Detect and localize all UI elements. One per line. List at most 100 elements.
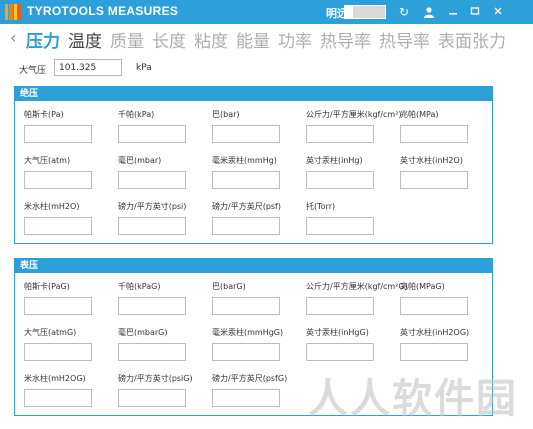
user-icon[interactable] <box>420 3 438 21</box>
field-label: 巴(barG) <box>212 282 246 291</box>
field-input[interactable] <box>24 125 92 143</box>
absolute-panel-title: 绝压 <box>15 87 492 101</box>
field-label: 巴(bar) <box>212 110 240 119</box>
tab-length[interactable]: 长度 <box>152 27 186 52</box>
app-title: TYROTOOLS MEASURES <box>27 4 179 18</box>
field-input[interactable] <box>400 171 468 189</box>
field-input[interactable] <box>212 125 280 143</box>
field-label: 米水柱(mH2OG) <box>24 374 86 383</box>
field-input[interactable] <box>24 389 92 407</box>
field-label: 公斤力/平方厘米(kgf/cm²G) <box>306 282 408 291</box>
field-input[interactable] <box>118 125 186 143</box>
field-input[interactable] <box>212 389 280 407</box>
field-input[interactable] <box>24 297 92 315</box>
tab-power[interactable]: 功率 <box>278 27 312 52</box>
restore-icon[interactable] <box>466 3 484 21</box>
absolute-field: 磅力/平方英尺(psf) <box>212 202 300 235</box>
absolute-field: 毫米汞柱(mmHg) <box>212 156 300 189</box>
absolute-field: 大气压(atm) <box>24 156 112 189</box>
atmosphere-label: 大气压 <box>19 66 47 76</box>
refresh-icon[interactable]: ↻ <box>395 3 413 21</box>
absolute-field: 巴(bar) <box>212 110 300 143</box>
gauge-field: 帕斯卡(PaG) <box>24 282 112 315</box>
tab-thermal-conductivity[interactable]: 热导率 <box>320 27 371 52</box>
tab-viscosity[interactable]: 粘度 <box>194 27 228 52</box>
field-label: 英寸汞柱(inHg) <box>306 156 363 165</box>
tab-energy[interactable]: 能量 <box>236 27 270 52</box>
tab-mass[interactable]: 质量 <box>110 27 144 52</box>
category-tabs: ‹ 压力 温度 质量 长度 粘度 能量 功率 热导率 热导率 表面张力 <box>0 24 533 54</box>
field-label: 帕斯卡(PaG) <box>24 282 70 291</box>
gauge-field: 米水柱(mH2OG) <box>24 374 112 407</box>
field-label: 英寸水柱(inH2OG) <box>400 328 470 337</box>
close-icon[interactable] <box>489 3 507 21</box>
toggle-knob[interactable] <box>345 6 353 18</box>
gauge-field: 磅力/平方英尺(psfG) <box>212 374 300 407</box>
field-label: 公斤力/平方厘米(kgf/cm²) <box>306 110 402 119</box>
absolute-field: 米水柱(mH2O) <box>24 202 112 235</box>
absolute-field: 帕斯卡(Pa) <box>24 110 112 143</box>
field-label: 毫巴(mbarG) <box>118 328 168 337</box>
field-input[interactable] <box>306 171 374 189</box>
absolute-field: 千帕(kPa) <box>118 110 206 143</box>
field-label: 大气压(atmG) <box>24 328 77 337</box>
gauge-field: 英寸汞柱(inHgG) <box>306 328 394 361</box>
field-input[interactable] <box>24 343 92 361</box>
tab-pressure[interactable]: 压力 <box>26 27 60 52</box>
field-input[interactable] <box>400 297 468 315</box>
field-label: 千帕(kPaG) <box>118 282 161 291</box>
gauge-field: 大气压(atmG) <box>24 328 112 361</box>
app-logo-icon <box>5 4 21 20</box>
absolute-field: 托(Torr) <box>306 202 394 235</box>
absolute-field: 毫巴(mbar) <box>118 156 206 189</box>
field-input[interactable] <box>118 389 186 407</box>
field-input[interactable] <box>24 171 92 189</box>
absolute-field: 英寸汞柱(inHg) <box>306 156 394 189</box>
field-label: 千帕(kPa) <box>118 110 155 119</box>
field-input[interactable] <box>118 217 186 235</box>
gauge-field: 巴(barG) <box>212 282 300 315</box>
field-input[interactable] <box>212 343 280 361</box>
field-input[interactable] <box>212 297 280 315</box>
field-label: 磅力/平方英尺(psfG) <box>212 374 288 383</box>
field-input[interactable] <box>212 171 280 189</box>
field-input[interactable] <box>400 343 468 361</box>
field-input[interactable] <box>118 297 186 315</box>
mode-toggle[interactable] <box>344 5 386 19</box>
tabs-left-arrow-icon[interactable]: ‹ <box>10 28 16 47</box>
field-input[interactable] <box>306 217 374 235</box>
field-label: 磅力/平方英寸(psi) <box>118 202 187 211</box>
absolute-field: 公斤力/平方厘米(kgf/cm²) <box>306 110 402 143</box>
field-input[interactable] <box>306 343 374 361</box>
gauge-field: 千帕(kPaG) <box>118 282 206 315</box>
field-label: 大气压(atm) <box>24 156 71 165</box>
field-label: 托(Torr) <box>306 202 336 211</box>
field-label: 帕斯卡(Pa) <box>24 110 64 119</box>
absolute-field: 兆帕(MPa) <box>400 110 488 143</box>
field-input[interactable] <box>212 217 280 235</box>
watermark: 人人软件园 <box>308 376 518 422</box>
field-label: 米水柱(mH2O) <box>24 202 80 211</box>
field-label: 磅力/平方英尺(psf) <box>212 202 281 211</box>
field-input[interactable] <box>118 343 186 361</box>
tab-surface-tension[interactable]: 表面张力 <box>438 27 506 52</box>
gauge-field: 兆帕(MPaG) <box>400 282 488 315</box>
tab-temperature[interactable]: 温度 <box>68 27 102 52</box>
field-input[interactable] <box>24 217 92 235</box>
minimize-icon[interactable] <box>444 3 462 21</box>
field-input[interactable] <box>118 171 186 189</box>
gauge-field: 公斤力/平方厘米(kgf/cm²G) <box>306 282 408 315</box>
field-input[interactable] <box>400 125 468 143</box>
atmosphere-input[interactable] <box>54 59 122 76</box>
tab-thermal-conductivity-2[interactable]: 热导率 <box>379 27 430 52</box>
field-label: 兆帕(MPaG) <box>400 282 445 291</box>
field-label: 兆帕(MPa) <box>400 110 439 119</box>
gauge-field: 毫巴(mbarG) <box>118 328 206 361</box>
field-label: 毫巴(mbar) <box>118 156 162 165</box>
field-input[interactable] <box>306 125 374 143</box>
atmosphere-unit: kPa <box>136 63 152 73</box>
field-input[interactable] <box>306 297 374 315</box>
field-label: 英寸汞柱(inHgG) <box>306 328 369 337</box>
title-bar: TYROTOOLS MEASURES 明远 ↻ <box>0 0 533 24</box>
absolute-pressure-panel: 绝压 帕斯卡(Pa) 千帕(kPa) 巴(bar) 公斤力/平方厘米(kgf/cm²)… <box>14 86 493 244</box>
